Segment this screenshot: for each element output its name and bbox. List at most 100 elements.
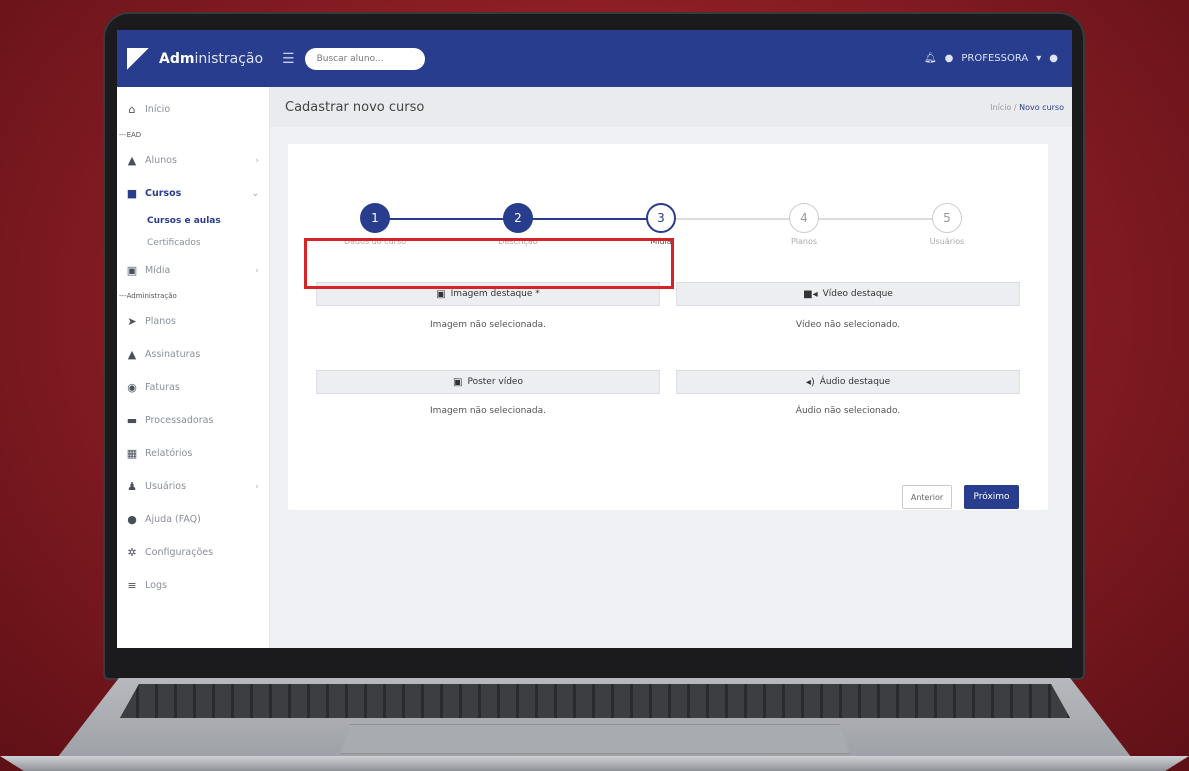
step-circle: 4 xyxy=(789,203,819,233)
proximo-button[interactable]: Próximo xyxy=(964,485,1019,509)
step-circle: 2 xyxy=(503,203,533,233)
sidebar-item-label: Ajuda (FAQ) xyxy=(145,514,201,525)
sidebar: ⌂ Início --- EAD ▲ Alunos › ■ Cursos ⌄ Cursos… xyxy=(117,87,270,648)
video-status: Vídeo não selecionado. xyxy=(795,320,901,330)
sidebar-item-logs[interactable]: ≡ Logs xyxy=(117,569,269,602)
step-2[interactable]: 2 Descrição xyxy=(468,203,568,246)
user-icon[interactable]: ● xyxy=(945,53,954,64)
user-menu[interactable]: PROFESSORA xyxy=(961,53,1028,64)
search-input[interactable]: Buscar aluno... xyxy=(304,47,425,70)
button-label: Vídeo destaque xyxy=(822,289,893,299)
section-label-text: EAD xyxy=(126,131,142,139)
step-circle: 1 xyxy=(360,203,390,233)
graduation-cap-icon: ▲ xyxy=(127,154,137,167)
sidebar-item-assinaturas[interactable]: ▲ Assinaturas xyxy=(117,338,269,371)
sidebar-item-label: Assinaturas xyxy=(145,349,201,360)
gears-icon: ✲ xyxy=(127,546,137,559)
top-bar-right: 🔔︎ ● PROFESSORA ▾ ● xyxy=(924,53,1072,64)
step-4[interactable]: 4 Planos xyxy=(754,203,854,246)
volume-icon: ◂) xyxy=(805,376,815,388)
keyboard xyxy=(120,684,1070,718)
step-circle: 5 xyxy=(932,203,962,233)
button-label: Imagem destaque * xyxy=(450,289,540,299)
chevron-down-icon[interactable]: ▾ xyxy=(1036,53,1041,64)
sidebar-item-ajuda[interactable]: ● Ajuda (FAQ) xyxy=(117,503,269,536)
paper-plane-icon: ➤ xyxy=(127,315,137,328)
help-icon: ● xyxy=(127,513,137,526)
sidebar-item-cursos[interactable]: ■ Cursos ⌄ xyxy=(117,177,269,210)
chevron-right-icon: › xyxy=(255,265,259,276)
imagem-destaque-button[interactable]: ▣ Imagem destaque * xyxy=(316,282,660,306)
sidebar-item-label: Configurações xyxy=(145,547,214,558)
chat-icon[interactable]: ● xyxy=(1049,53,1058,64)
images-icon: ▣ xyxy=(126,264,138,277)
video-destaque-button[interactable]: ■◂ Vídeo destaque xyxy=(676,282,1020,306)
breadcrumb: Início / Novo curso xyxy=(990,103,1064,112)
book-icon: ■ xyxy=(126,187,138,200)
image-icon: ▣ xyxy=(453,376,463,388)
sidebar-item-relatorios[interactable]: ▦ Relatórios xyxy=(117,437,269,470)
section-label: --- xyxy=(119,292,127,300)
button-label: Poster vídeo xyxy=(467,377,523,387)
sidebar-item-processadoras[interactable]: ▬ Processadoras xyxy=(117,404,269,437)
users-icon: ♟ xyxy=(127,480,137,493)
sidebar-item-alunos[interactable]: ▲ Alunos › xyxy=(117,144,269,177)
step-circle: 3 xyxy=(646,203,676,233)
bell-icon[interactable]: 🔔︎ xyxy=(924,53,937,64)
chevron-right-icon: › xyxy=(255,155,259,166)
image-icon: ▣ xyxy=(436,288,446,300)
laptop-front-edge xyxy=(0,756,1189,771)
imagem-status: Imagem não selecionada. xyxy=(430,320,546,330)
sidebar-item-label: Cursos xyxy=(145,188,182,199)
section-label-text: Administração xyxy=(126,292,177,300)
wizard-steps: 1 Dados do curso 2 Descrição 3 Mídia 4 P… xyxy=(288,174,1048,246)
sidebar-item-label: Planos xyxy=(145,316,176,327)
sidebar-section-admin: --- Administração xyxy=(117,287,269,305)
sidebar-subitem-cursos-aulas[interactable]: Cursos e aulas xyxy=(117,210,269,232)
sidebar-item-usuarios[interactable]: ♟ Usuários › xyxy=(117,470,269,503)
sidebar-item-label: Usuários xyxy=(145,481,187,492)
video-camera-icon: ■◂ xyxy=(803,288,818,300)
sidebar-item-label: Faturas xyxy=(145,382,180,393)
wizard-card: 1 Dados do curso 2 Descrição 3 Mídia 4 P… xyxy=(288,144,1048,510)
step-3[interactable]: 3 Mídia xyxy=(611,203,711,246)
sidebar-section-ead: --- EAD xyxy=(117,126,269,144)
button-label: Áudio destaque xyxy=(819,377,891,387)
breadcrumb-home[interactable]: Início xyxy=(990,103,1011,112)
step-label: Usuários xyxy=(929,237,965,246)
chart-icon: ▦ xyxy=(126,447,138,460)
audio-destaque-button[interactable]: ◂) Áudio destaque xyxy=(676,370,1020,394)
poster-video-button[interactable]: ▣ Poster vídeo xyxy=(316,370,660,394)
sidebar-item-label: Mídia xyxy=(145,265,171,276)
breadcrumb-current: Novo curso xyxy=(1019,102,1064,112)
database-icon: ≡ xyxy=(127,579,137,592)
laptop-base xyxy=(0,660,1189,771)
step-1[interactable]: 1 Dados do curso xyxy=(325,203,425,246)
sidebar-item-midia[interactable]: ▣ Mídia › xyxy=(117,254,269,287)
sidebar-item-label: Relatórios xyxy=(145,448,193,459)
chevron-right-icon: › xyxy=(255,481,259,492)
sidebar-item-label: Processadoras xyxy=(145,415,214,426)
sidebar-item-configuracoes[interactable]: ✲ Configurações xyxy=(117,536,269,569)
step-label: Descrição xyxy=(498,237,538,246)
menu-icon[interactable]: ☰ xyxy=(282,51,295,67)
brand[interactable]: Adm inistração xyxy=(117,30,270,87)
sidebar-item-label: Logs xyxy=(145,580,167,591)
sidebar-item-label: Início xyxy=(145,104,171,115)
touchpad xyxy=(340,724,850,754)
sidebar-item-inicio[interactable]: ⌂ Início xyxy=(117,93,269,126)
audio-status: Áudio não selecionado. xyxy=(795,406,901,416)
brand-bold: Adm xyxy=(159,50,195,67)
step-5[interactable]: 5 Usuários xyxy=(897,203,997,246)
sidebar-subitem-certificados[interactable]: Certificados xyxy=(117,232,269,254)
home-icon: ⌂ xyxy=(128,103,136,116)
sidebar-item-faturas[interactable]: ◉ Faturas xyxy=(117,371,269,404)
credit-card-icon: ▬ xyxy=(126,414,138,427)
poster-status: Imagem não selecionada. xyxy=(430,406,546,416)
top-bar: Adm inistração ☰ Buscar aluno... 🔔︎ ● PRO… xyxy=(117,30,1072,87)
sidebar-item-planos[interactable]: ➤ Planos xyxy=(117,305,269,338)
chevron-down-icon: ⌄ xyxy=(251,188,259,199)
page-header: Cadastrar novo curso Início / Novo curso xyxy=(271,87,1072,127)
step-label: Planos xyxy=(790,237,818,246)
anterior-button[interactable]: Anterior xyxy=(902,485,952,509)
